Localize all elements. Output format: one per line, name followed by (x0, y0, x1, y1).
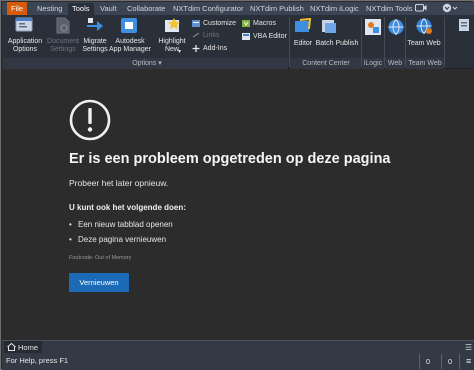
error-option-new-tab[interactable]: • Een nieuw tabblad openen (69, 220, 173, 229)
ribbon-panel: Application Options Document Settings Mi… (2, 15, 474, 69)
batch-publish-button[interactable]: Batch Publish (314, 40, 360, 48)
team-web-button[interactable]: Team Web (406, 40, 442, 48)
migrate-settings-icon (86, 17, 104, 39)
customize-button[interactable]: Customize (192, 19, 236, 28)
macros-button[interactable]: Macros (242, 19, 276, 28)
tab-nxtdim-configurator[interactable]: NXTdim Configurator (169, 3, 247, 15)
error-title: Er is een probleem opgetreden op deze pa… (69, 151, 391, 167)
error-subtitle: Probeer het later opnieuw. (69, 178, 169, 188)
vba-editor-button[interactable]: VBA Editor (242, 32, 287, 41)
highlight-new-icon (164, 17, 182, 39)
application-options-button[interactable]: Application Options (4, 38, 46, 54)
add-ins-label: Add-Ins (203, 45, 228, 52)
alert-icon (69, 99, 111, 141)
ribbon-tab-bar: File Nesting Tools Vault Collaborate NXT… (2, 2, 474, 15)
options-panel-label[interactable]: Options ▾ (122, 59, 172, 68)
plus-icon (192, 45, 200, 52)
error-page: Er is een probleem opgetreden op deze pa… (2, 69, 474, 340)
tab-nesting[interactable]: Nesting (33, 3, 66, 15)
application-options-label-1: Application (7, 38, 43, 45)
error-option-label: Deze pagina vernieuwen (78, 235, 167, 244)
tab-file[interactable]: File (7, 2, 28, 15)
web-panel-label: Web (387, 60, 403, 67)
app-manager-button[interactable]: Autodesk App Manager (108, 38, 152, 54)
tab-collaborate[interactable]: Collaborate (123, 3, 169, 15)
highlight-new-label-2: New (164, 46, 179, 53)
document-tab-bar: Home ☰ (2, 340, 474, 354)
web-icon[interactable] (387, 18, 405, 41)
vba-editor-icon (242, 33, 250, 40)
tab-tools[interactable]: Tools (68, 3, 94, 15)
migrate-settings-label-1: Migrate (83, 38, 107, 45)
chevron-down-icon[interactable]: ▾ (178, 48, 181, 55)
status-count-2: 0 (441, 354, 459, 369)
refresh-button[interactable]: Vernieuwen (69, 273, 129, 292)
error-option-label: Een nieuw tabblad openen (78, 220, 173, 229)
highlight-new-button[interactable]: Highlight New (154, 38, 190, 54)
options-dropdown-icon: ▾ (158, 60, 162, 67)
error-options-heading: U kunt ook het volgende doen: (69, 203, 186, 212)
bullet-icon: • (69, 235, 72, 244)
document-settings-icon (55, 17, 71, 39)
app-manager-label-1: Autodesk (115, 38, 145, 45)
ribbon-separator-5 (444, 17, 445, 67)
home-tab-label: Home (18, 343, 39, 352)
add-ins-button[interactable]: Add-Ins (192, 44, 227, 53)
migrate-settings-button[interactable]: Migrate Settings (80, 38, 110, 54)
document-settings-button[interactable]: Document Settings (45, 38, 81, 54)
editor-button[interactable]: Editor (290, 40, 316, 48)
macros-icon (242, 20, 250, 27)
status-menu-icon[interactable]: ≡ (459, 354, 474, 369)
ribbon-extra-icon[interactable] (458, 18, 470, 37)
app-manager-label-2: App Manager (108, 46, 152, 53)
customize-icon (192, 20, 200, 27)
bullet-icon: • (69, 220, 72, 229)
link-icon (192, 32, 200, 39)
home-icon (7, 342, 16, 351)
content-center-panel-label: Content Center (302, 60, 350, 67)
tab-nxtdim-ilogic[interactable]: NXTdim iLogic (306, 3, 363, 15)
status-bar: For Help, press F1 0 0 ≡ (2, 353, 474, 370)
error-option-refresh[interactable]: • Deze pagina vernieuwen (69, 235, 166, 244)
links-button[interactable]: Links (192, 31, 219, 40)
error-code: Foutcode: Out of Memory (69, 255, 132, 261)
team-web-panel-label: Team Web (408, 60, 442, 67)
app-manager-icon (120, 17, 138, 39)
batch-publish-icon (320, 18, 338, 39)
customize-label: Customize (203, 20, 237, 27)
tab-vault[interactable]: Vault (96, 3, 121, 15)
tab-menu-icon[interactable]: ☰ (465, 342, 472, 353)
app-window: File Nesting Tools Vault Collaborate NXT… (0, 0, 474, 370)
application-options-label-2: Options (12, 46, 38, 53)
team-web-icon (414, 17, 434, 40)
document-settings-label-1: Document (47, 38, 79, 45)
ilogic-panel-label: iLogic (363, 60, 383, 67)
links-label: Links (203, 32, 220, 39)
editor-icon (294, 17, 312, 39)
ilogic-icon[interactable] (364, 18, 382, 43)
application-options-icon (15, 17, 33, 38)
ribbon-menu-icon[interactable] (442, 3, 458, 14)
highlight-new-label-1: Highlight (158, 38, 186, 45)
status-help-text: For Help, press F1 (6, 356, 69, 365)
options-label-text: Options (132, 60, 157, 67)
migrate-settings-label-2: Settings (82, 46, 108, 53)
tab-nxtdim-tools[interactable]: NXTdim Tools (362, 3, 417, 15)
tab-nxtdim-publish[interactable]: NXTdim Publish (246, 3, 308, 15)
document-settings-label-2: Settings (50, 46, 76, 53)
macros-label: Macros (253, 20, 276, 27)
camera-icon[interactable] (415, 3, 427, 14)
vba-editor-label: VBA Editor (253, 33, 287, 40)
status-count-1: 0 (419, 354, 441, 369)
